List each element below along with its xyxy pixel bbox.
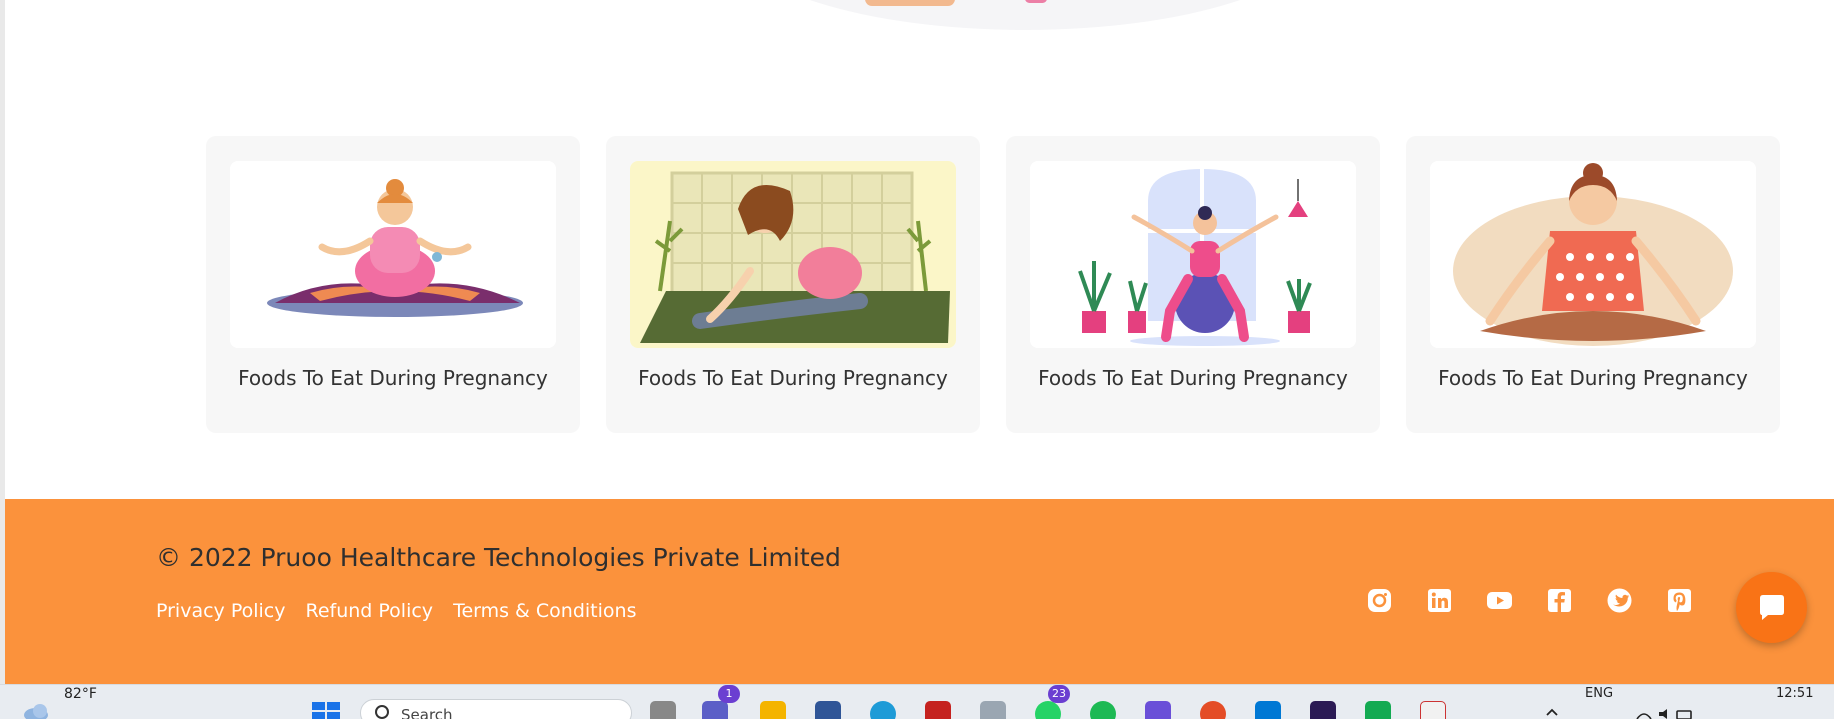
teams-badge: 1: [718, 685, 740, 703]
os-taskbar: 82°F Search 1 23 ENG 12:51: [0, 684, 1834, 719]
article-card-image[interactable]: [1030, 161, 1356, 348]
taskbar-search-placeholder: Search: [401, 706, 453, 719]
hero-illustration-detail-2: [1025, 0, 1047, 3]
file-explorer-icon[interactable]: [760, 701, 786, 719]
store-icon[interactable]: [815, 701, 841, 719]
windows-start-icon[interactable]: [312, 702, 342, 719]
site-footer: © 2022 Pruoo Healthcare Technologies Pri…: [5, 499, 1834, 684]
article-card-title[interactable]: Foods To Eat During Pregnancy: [230, 366, 556, 390]
article-card[interactable]: Foods To Eat During Pregnancy: [1406, 136, 1780, 433]
app-icon[interactable]: [980, 701, 1006, 719]
article-card-title[interactable]: Foods To Eat During Pregnancy: [1030, 366, 1356, 390]
article-card-image[interactable]: [230, 161, 556, 348]
weather-temperature[interactable]: 82°F: [64, 686, 97, 702]
system-tray-icons[interactable]: [1635, 707, 1695, 719]
mongodb-icon[interactable]: [1365, 701, 1391, 719]
article-card-title[interactable]: Foods To Eat During Pregnancy: [630, 366, 956, 390]
teams-icon[interactable]: [702, 701, 728, 719]
edge-browser-icon[interactable]: [870, 701, 896, 719]
spotify-icon[interactable]: [1090, 701, 1116, 719]
whatsapp-icon[interactable]: [1035, 701, 1061, 719]
privacy-policy-link[interactable]: Privacy Policy: [156, 600, 285, 622]
article-card-image[interactable]: [630, 161, 956, 348]
article-card[interactable]: Foods To Eat During Pregnancy: [1006, 136, 1380, 433]
youtube-icon[interactable]: [1486, 587, 1513, 614]
weather-cloud-icon: [24, 704, 48, 719]
chat-button[interactable]: [1736, 572, 1807, 643]
article-card-title[interactable]: Foods To Eat During Pregnancy: [1430, 366, 1756, 390]
terms-conditions-link[interactable]: Terms & Conditions: [453, 600, 636, 622]
language-indicator[interactable]: ENG: [1585, 686, 1613, 701]
whatsapp-badge: 23: [1048, 685, 1070, 703]
footer-copyright: © 2022 Pruoo Healthcare Technologies Pri…: [156, 543, 841, 572]
intellij-icon[interactable]: [1310, 701, 1336, 719]
clock-time[interactable]: 12:51: [1776, 686, 1813, 701]
facebook-icon[interactable]: [1546, 587, 1573, 614]
article-card-image[interactable]: [1430, 161, 1756, 348]
stretching-pregnant-woman-illustration: [630, 161, 956, 348]
taskbar-search[interactable]: Search: [360, 699, 632, 719]
gmail-icon[interactable]: [925, 701, 951, 719]
article-card[interactable]: Foods To Eat During Pregnancy: [606, 136, 980, 433]
chrome-icon[interactable]: [1200, 701, 1226, 719]
article-card[interactable]: Foods To Eat During Pregnancy: [206, 136, 580, 433]
pinterest-icon[interactable]: [1666, 587, 1693, 614]
hero-illustration-bottom: [730, 0, 1320, 30]
task-view-icon[interactable]: [650, 701, 676, 719]
social-links: [1366, 587, 1693, 614]
hero-illustration-detail: [865, 0, 955, 6]
instagram-icon[interactable]: [1366, 587, 1393, 614]
refund-policy-link[interactable]: Refund Policy: [305, 600, 433, 622]
twitter-icon[interactable]: [1606, 587, 1633, 614]
page: Foods To Eat During Pregnancy Foods To E…: [0, 0, 1834, 719]
article-cards: Foods To Eat During Pregnancy Foods To E…: [206, 136, 1780, 433]
vscode-icon[interactable]: [1255, 701, 1281, 719]
meditating-pregnant-woman-illustration: [230, 161, 556, 348]
app-icon-3[interactable]: [1420, 701, 1446, 719]
linkedin-icon[interactable]: [1426, 587, 1453, 614]
footer-links: Privacy Policy Refund Policy Terms & Con…: [156, 600, 636, 622]
seated-meditation-illustration: [1430, 161, 1756, 348]
birthing-ball-exercise-illustration: [1030, 161, 1356, 348]
chat-bubble-icon: [1759, 594, 1784, 620]
search-icon: [375, 705, 389, 719]
app-icon-2[interactable]: [1145, 701, 1171, 719]
chevron-up-icon[interactable]: [1545, 707, 1559, 717]
